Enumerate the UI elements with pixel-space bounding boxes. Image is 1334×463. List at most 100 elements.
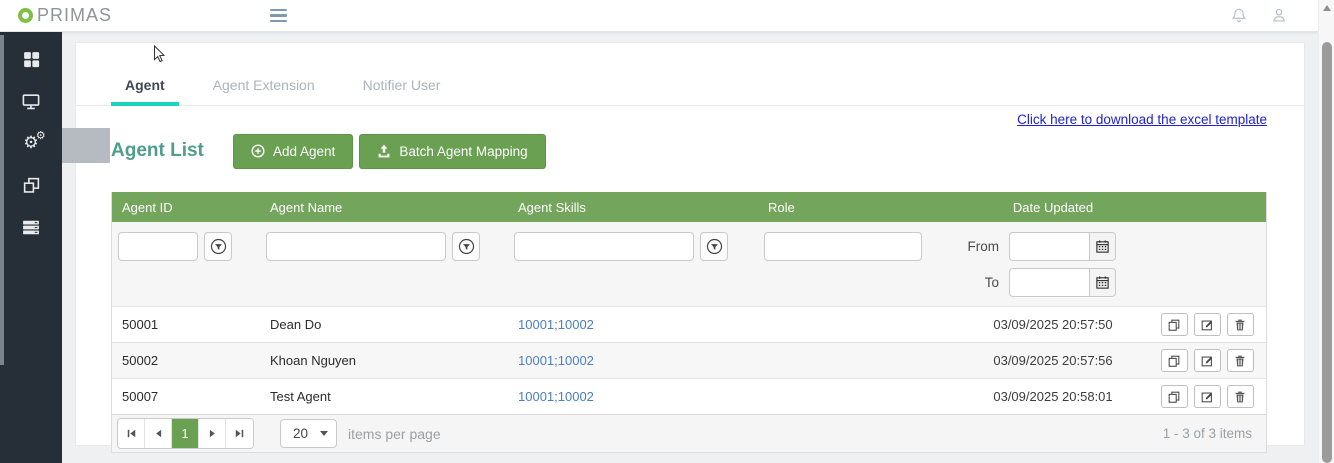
funnel-icon bbox=[706, 238, 723, 255]
date-from-calendar-button[interactable] bbox=[1089, 232, 1116, 261]
tab-bar: Agent Agent Extension Notifier User bbox=[76, 43, 1304, 106]
agent-table: Agent ID Agent Name Agent Skills Role Da… bbox=[111, 192, 1267, 453]
agent-name-filter-button[interactable] bbox=[452, 232, 480, 261]
last-page-button[interactable] bbox=[226, 419, 253, 448]
copy-agent-button[interactable] bbox=[1161, 385, 1188, 408]
cell-date-updated: 03/09/2025 20:57:50 bbox=[958, 317, 1148, 332]
edit-icon bbox=[1200, 318, 1214, 332]
items-per-page-label: items per page bbox=[348, 426, 441, 442]
edit-agent-button[interactable] bbox=[1194, 349, 1221, 372]
trash-icon bbox=[1233, 318, 1247, 332]
calendar-icon bbox=[1095, 275, 1110, 290]
cell-agent-id: 50001 bbox=[112, 317, 260, 332]
agent-skills-filter-button[interactable] bbox=[700, 232, 728, 261]
date-from-input[interactable] bbox=[1009, 232, 1089, 261]
monitor-icon bbox=[21, 92, 41, 111]
col-header-agent-name: Agent Name bbox=[260, 200, 508, 215]
sidebar-item-monitor[interactable] bbox=[0, 80, 62, 122]
primas-logo: PRIMAS bbox=[18, 5, 112, 26]
edit-agent-button[interactable] bbox=[1194, 313, 1221, 336]
copy-icon bbox=[1167, 390, 1181, 404]
first-page-button[interactable] bbox=[118, 419, 145, 448]
menu-toggle-icon[interactable] bbox=[270, 6, 288, 26]
agent-skills-link[interactable]: 10001;10002 bbox=[518, 389, 594, 404]
col-header-agent-skills: Agent Skills bbox=[508, 200, 758, 215]
sidebar-item-windows[interactable] bbox=[0, 164, 62, 206]
chevron-down-icon bbox=[320, 431, 328, 436]
user-profile-icon[interactable] bbox=[1270, 7, 1288, 25]
edit-agent-button[interactable] bbox=[1194, 385, 1221, 408]
cell-date-updated: 03/09/2025 20:58:01 bbox=[958, 389, 1148, 404]
copy-windows-icon bbox=[22, 176, 41, 195]
brand-name: PRIMAS bbox=[37, 5, 112, 26]
cell-agent-id: 50007 bbox=[112, 389, 260, 404]
agent-panel: Agent Agent Extension Notifier User Clic… bbox=[75, 42, 1305, 446]
copy-icon bbox=[1167, 354, 1181, 368]
delete-agent-button[interactable] bbox=[1227, 385, 1254, 408]
funnel-icon bbox=[458, 238, 475, 255]
calendar-icon bbox=[1095, 239, 1110, 254]
page-size-select[interactable]: 20 bbox=[280, 419, 337, 448]
date-to-input[interactable] bbox=[1009, 268, 1089, 297]
trash-icon bbox=[1233, 354, 1247, 368]
tab-agent[interactable]: Agent bbox=[111, 69, 179, 105]
agent-id-filter-button[interactable] bbox=[204, 232, 232, 261]
upload-icon bbox=[377, 144, 391, 158]
sidebar-item-settings[interactable]: ⚙⚙ bbox=[0, 122, 62, 164]
col-header-date-updated: Date Updated bbox=[958, 200, 1148, 215]
from-label: From bbox=[968, 239, 1000, 254]
to-label: To bbox=[985, 275, 999, 290]
main-content: Agent Agent Extension Notifier User Clic… bbox=[62, 32, 1318, 463]
edit-icon bbox=[1200, 354, 1214, 368]
next-page-button[interactable] bbox=[199, 419, 226, 448]
scrollbar-thumb[interactable] bbox=[1322, 42, 1332, 463]
table-row: 50001 Dean Do 10001;10002 03/09/2025 20:… bbox=[112, 306, 1266, 342]
sidebar-item-servers[interactable] bbox=[0, 206, 62, 248]
copy-agent-button[interactable] bbox=[1161, 349, 1188, 372]
cell-agent-name: Dean Do bbox=[260, 317, 508, 332]
agent-skills-link[interactable]: 10001;10002 bbox=[518, 317, 594, 332]
sidebar-scrollbar[interactable] bbox=[0, 35, 4, 365]
role-filter-input[interactable] bbox=[764, 232, 922, 261]
active-menu-highlight bbox=[62, 128, 110, 163]
col-header-role: Role bbox=[758, 200, 958, 215]
grid-icon bbox=[22, 50, 41, 69]
download-excel-template-link[interactable]: Click here to download the excel templat… bbox=[1017, 112, 1267, 127]
tab-agent-extension[interactable]: Agent Extension bbox=[199, 69, 329, 105]
delete-agent-button[interactable] bbox=[1227, 349, 1254, 372]
copy-icon bbox=[1167, 318, 1181, 332]
agent-id-filter-input[interactable] bbox=[118, 232, 198, 261]
col-header-agent-id: Agent ID bbox=[112, 200, 260, 215]
funnel-icon bbox=[210, 238, 227, 255]
scrollbar-up-arrow-icon[interactable] bbox=[1319, 0, 1334, 16]
primas-logo-icon bbox=[18, 8, 33, 23]
add-agent-button[interactable]: Add Agent bbox=[233, 134, 353, 169]
previous-page-button[interactable] bbox=[145, 419, 172, 448]
copy-agent-button[interactable] bbox=[1161, 313, 1188, 336]
sidebar-item-dashboard[interactable] bbox=[0, 38, 62, 80]
gears-icon: ⚙⚙ bbox=[23, 135, 38, 152]
notifications-bell-icon[interactable] bbox=[1230, 7, 1248, 25]
vertical-scrollbar[interactable] bbox=[1318, 0, 1334, 463]
table-header-row: Agent ID Agent Name Agent Skills Role Da… bbox=[112, 192, 1266, 222]
items-range-label: 1 - 3 of 3 items bbox=[1163, 426, 1252, 441]
sidebar: ⚙⚙ bbox=[0, 32, 62, 463]
top-bar: PRIMAS bbox=[0, 0, 1318, 32]
cell-agent-name: Test Agent bbox=[260, 389, 508, 404]
delete-agent-button[interactable] bbox=[1227, 313, 1254, 336]
date-to-calendar-button[interactable] bbox=[1089, 268, 1116, 297]
pagination-bar: 1 20 items per page 1 - 3 of 3 items bbox=[112, 414, 1266, 452]
filter-row: From bbox=[112, 222, 1266, 306]
server-stack-icon bbox=[21, 218, 41, 237]
page-number-button[interactable]: 1 bbox=[172, 419, 199, 448]
agent-name-filter-input[interactable] bbox=[266, 232, 446, 261]
cell-agent-id: 50002 bbox=[112, 353, 260, 368]
cell-date-updated: 03/09/2025 20:57:56 bbox=[958, 353, 1148, 368]
agent-skills-filter-input[interactable] bbox=[514, 232, 694, 261]
trash-icon bbox=[1233, 390, 1247, 404]
tab-notifier-user[interactable]: Notifier User bbox=[349, 69, 455, 105]
agent-skills-link[interactable]: 10001;10002 bbox=[518, 353, 594, 368]
batch-agent-mapping-button[interactable]: Batch Agent Mapping bbox=[359, 134, 545, 169]
table-row: 50002 Khoan Nguyen 10001;10002 03/09/202… bbox=[112, 342, 1266, 378]
page-title: Agent List bbox=[111, 140, 233, 162]
